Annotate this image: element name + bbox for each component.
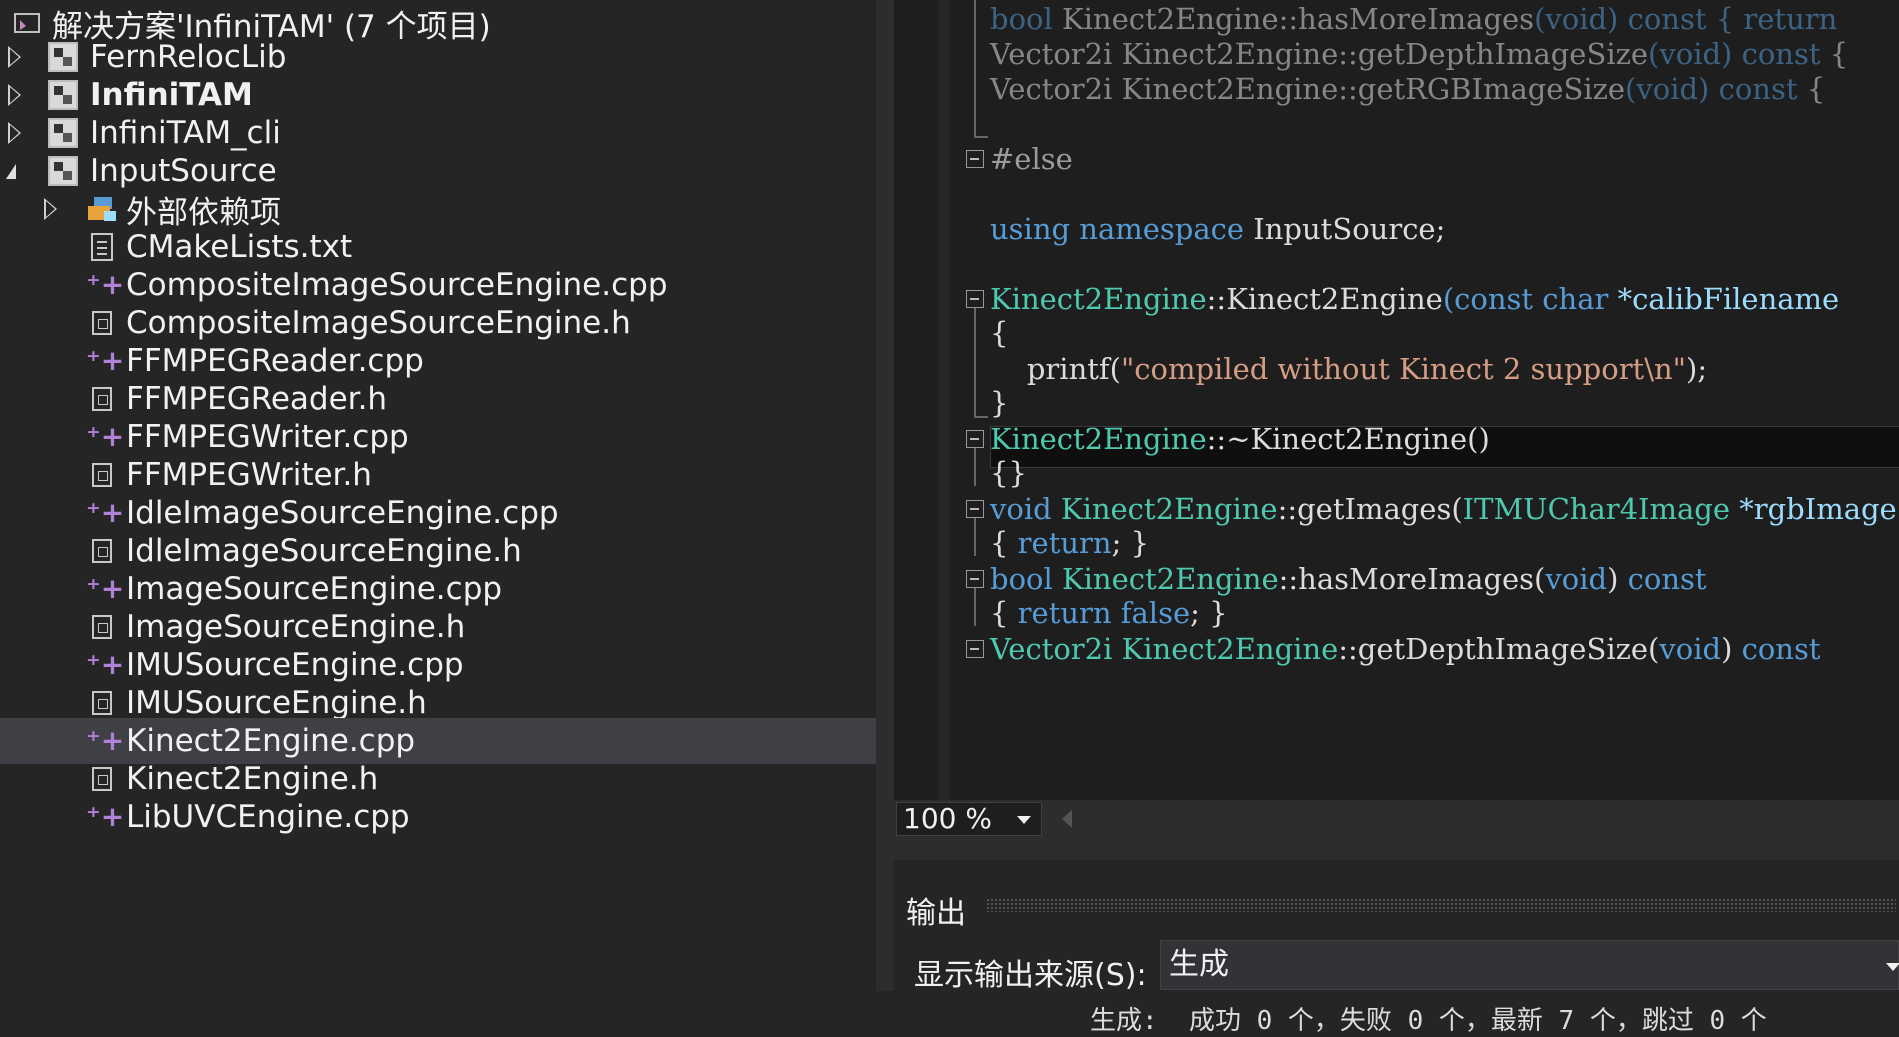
fold-guide-end bbox=[974, 416, 988, 418]
expand-arrow-icon[interactable] bbox=[8, 122, 21, 144]
fold-toggle-icon[interactable] bbox=[966, 640, 984, 658]
editor-gutter bbox=[894, 0, 938, 800]
file-item[interactable]: ⁺+ LibUVCEngine.cpp bbox=[0, 794, 876, 840]
editor-margin bbox=[938, 0, 950, 800]
chevron-down-icon[interactable] bbox=[1886, 963, 1899, 971]
project-icon bbox=[48, 80, 78, 110]
header-file-icon bbox=[92, 463, 112, 487]
file-label: FFMPEGReader.cpp bbox=[126, 343, 424, 379]
zoom-dropdown[interactable]: 100 % bbox=[896, 802, 1042, 836]
file-label: FFMPEGWriter.cpp bbox=[126, 419, 409, 455]
fold-guide bbox=[974, 588, 976, 626]
expand-arrow-icon[interactable] bbox=[8, 46, 21, 68]
code-line[interactable]: Kinect2Engine::Kinect2Engine(const char … bbox=[990, 278, 1839, 320]
file-label: LibUVCEngine.cpp bbox=[126, 799, 410, 835]
cpp-file-icon: ⁺+ bbox=[86, 724, 125, 757]
file-label: FFMPEGReader.h bbox=[126, 381, 388, 417]
fold-guide bbox=[974, 518, 976, 556]
output-panel: 输出 显示输出来源(S): 生成 生成: 成功 0 个，失败 0 个，最新 7 … bbox=[894, 838, 1899, 1036]
chevron-down-icon[interactable] bbox=[1017, 816, 1031, 824]
collapse-arrow-icon[interactable] bbox=[6, 164, 16, 179]
file-label: IMUSourceEngine.h bbox=[126, 685, 427, 721]
file-label: ImageSourceEngine.cpp bbox=[126, 571, 503, 607]
file-label: IdleImageSourceEngine.h bbox=[126, 533, 522, 569]
fold-guide bbox=[974, 448, 976, 486]
cpp-file-icon: ⁺+ bbox=[86, 572, 125, 605]
build-summary-text: 生成: 成功 0 个，失败 0 个，最新 7 个，跳过 0 个 bbox=[1090, 1006, 1767, 1036]
file-label: CMakeLists.txt bbox=[126, 229, 353, 265]
file-label: IMUSourceEngine.cpp bbox=[126, 647, 464, 683]
editor-status-bar: 100 % bbox=[894, 800, 1899, 838]
cpp-file-icon: ⁺+ bbox=[86, 344, 125, 377]
fold-toggle-icon[interactable] bbox=[966, 290, 984, 308]
header-file-icon bbox=[92, 387, 112, 411]
fold-toggle-icon[interactable] bbox=[966, 570, 984, 588]
header-file-icon bbox=[92, 615, 112, 639]
output-source-label: 显示输出来源(S): bbox=[914, 958, 1147, 993]
output-source-select[interactable]: 生成 bbox=[1160, 940, 1899, 990]
project-label: InfiniTAM bbox=[90, 77, 253, 113]
code-line[interactable]: using namespace InputSource; bbox=[990, 208, 1445, 250]
header-file-icon bbox=[92, 767, 112, 791]
file-label: FFMPEGWriter.h bbox=[126, 457, 372, 493]
project-icon bbox=[48, 156, 78, 186]
cpp-file-icon: ⁺+ bbox=[86, 648, 125, 681]
file-label: IdleImageSourceEngine.cpp bbox=[126, 495, 559, 531]
header-file-icon bbox=[92, 311, 112, 335]
file-label: Kinect2Engine.cpp bbox=[126, 723, 416, 759]
header-file-icon bbox=[92, 539, 112, 563]
fold-toggle-icon[interactable] bbox=[966, 150, 984, 168]
project-label: InfiniTAM_cli bbox=[90, 115, 281, 151]
project-icon bbox=[48, 42, 78, 72]
cpp-file-icon: ⁺+ bbox=[86, 420, 125, 453]
cpp-file-icon: ⁺+ bbox=[86, 800, 125, 833]
code-line[interactable]: Vector2i Kinect2Engine::getDepthImageSiz… bbox=[990, 628, 1821, 670]
solution-explorer: 解决方案'InfiniTAM' (7 个项目) FernRelocLib Inf… bbox=[0, 0, 876, 991]
code-line[interactable]: Kinect2Engine::~Kinect2Engine() bbox=[990, 418, 1490, 460]
panel-drag-grip[interactable] bbox=[986, 898, 1896, 912]
project-label: InputSource bbox=[90, 153, 277, 189]
project-label: FernRelocLib bbox=[90, 39, 287, 75]
expand-arrow-icon[interactable] bbox=[44, 198, 57, 220]
scroll-left-icon[interactable] bbox=[1062, 810, 1072, 828]
fold-guide bbox=[974, 0, 976, 136]
file-label: ImageSourceEngine.h bbox=[126, 609, 466, 645]
dependencies-icon bbox=[86, 194, 118, 222]
zoom-value: 100 % bbox=[903, 802, 992, 835]
expand-arrow-icon[interactable] bbox=[8, 84, 21, 106]
fold-toggle-icon[interactable] bbox=[966, 500, 984, 518]
text-file-icon bbox=[91, 233, 113, 261]
header-file-icon bbox=[92, 691, 112, 715]
file-label: CompositeImageSourceEngine.h bbox=[126, 305, 631, 341]
file-label: CompositeImageSourceEngine.cpp bbox=[126, 267, 668, 303]
cpp-file-icon: ⁺+ bbox=[86, 496, 125, 529]
file-label: Kinect2Engine.h bbox=[126, 761, 379, 797]
fold-toggle-icon[interactable] bbox=[966, 430, 984, 448]
project-icon bbox=[48, 118, 78, 148]
output-source-value: 生成 bbox=[1169, 947, 1229, 982]
code-line[interactable]: printf("compiled without Kinect 2 suppor… bbox=[990, 348, 1707, 390]
fold-guide-end bbox=[974, 136, 988, 138]
output-panel-title: 输出 bbox=[906, 896, 966, 931]
code-editor[interactable]: bool Kinect2Engine::hasMoreImages(void) … bbox=[894, 0, 1899, 800]
code-line[interactable]: Vector2i Kinect2Engine::getRGBImageSize(… bbox=[990, 68, 1825, 110]
code-line[interactable]: #else bbox=[990, 138, 1073, 180]
pane-splitter[interactable] bbox=[876, 0, 894, 991]
cpp-file-icon: ⁺+ bbox=[86, 268, 125, 301]
fold-guide bbox=[974, 308, 976, 416]
